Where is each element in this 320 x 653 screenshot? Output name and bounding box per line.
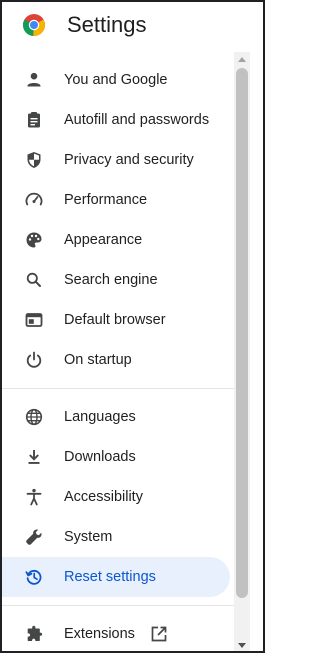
menu-divider (2, 380, 234, 397)
menu-item-search-engine[interactable]: Search engine (2, 260, 234, 300)
clipboard-icon (24, 110, 44, 130)
wrench-icon (24, 527, 44, 547)
menu-item-label: Default browser (64, 312, 166, 328)
scroll-down-arrow-icon[interactable] (234, 638, 250, 651)
menu-item-performance[interactable]: Performance (2, 180, 234, 220)
menu-item-default-browser[interactable]: Default browser (2, 300, 234, 340)
menu-item-system[interactable]: System (2, 517, 234, 557)
menu-divider (2, 597, 234, 614)
menu-item-label: Search engine (64, 272, 158, 288)
download-icon (24, 447, 44, 467)
menu-item-label: Languages (64, 409, 136, 425)
menu-item-label: Downloads (64, 449, 136, 465)
scroll-up-arrow-icon[interactable] (234, 52, 250, 66)
power-icon (24, 350, 44, 370)
open-in-new-icon (149, 624, 169, 644)
shield-icon (24, 150, 44, 170)
globe-icon (24, 407, 44, 427)
chrome-logo-icon (22, 13, 46, 37)
vertical-scrollbar[interactable] (234, 52, 250, 651)
menu-item-label: You and Google (64, 72, 168, 88)
puzzle-icon (24, 624, 44, 644)
settings-sidebar-window: Settings You and Google Autofill and pas… (0, 0, 265, 653)
settings-header: Settings (2, 2, 263, 52)
menu-item-label: Performance (64, 192, 148, 208)
page-title: Settings (67, 12, 147, 37)
menu-item-autofill-and-passwords[interactable]: Autofill and passwords (2, 100, 234, 140)
speedometer-icon (24, 190, 44, 210)
menu-item-you-and-google[interactable]: You and Google (2, 60, 234, 100)
menu-item-on-startup[interactable]: On startup (2, 340, 234, 380)
menu-item-label: Autofill and passwords (64, 112, 210, 128)
menu-item-label: On startup (64, 352, 132, 368)
menu-item-appearance[interactable]: Appearance (2, 220, 234, 260)
menu-item-label: Appearance (64, 232, 143, 248)
menu-item-privacy-and-security[interactable]: Privacy and security (2, 140, 234, 180)
menu-item-extensions[interactable]: Extensions (2, 614, 234, 651)
accessibility-icon (24, 487, 44, 507)
menu-item-downloads[interactable]: Downloads (2, 437, 234, 477)
palette-icon (24, 230, 44, 250)
menu-item-label: Accessibility (64, 489, 143, 505)
reset-history-icon (24, 567, 44, 587)
menu-item-languages[interactable]: Languages (2, 397, 234, 437)
search-icon (24, 270, 44, 290)
scrollbar-thumb[interactable] (236, 68, 248, 598)
person-icon (24, 70, 44, 90)
settings-menu: You and Google Autofill and passwords Pr… (2, 60, 234, 651)
menu-item-reset-settings[interactable]: Reset settings (2, 557, 230, 597)
menu-item-label: Extensions (64, 626, 135, 642)
menu-item-label: Reset settings (64, 569, 156, 585)
menu-item-label: Privacy and security (64, 152, 194, 168)
browser-window-icon (24, 310, 44, 330)
menu-item-accessibility[interactable]: Accessibility (2, 477, 234, 517)
menu-item-label: System (64, 529, 113, 545)
